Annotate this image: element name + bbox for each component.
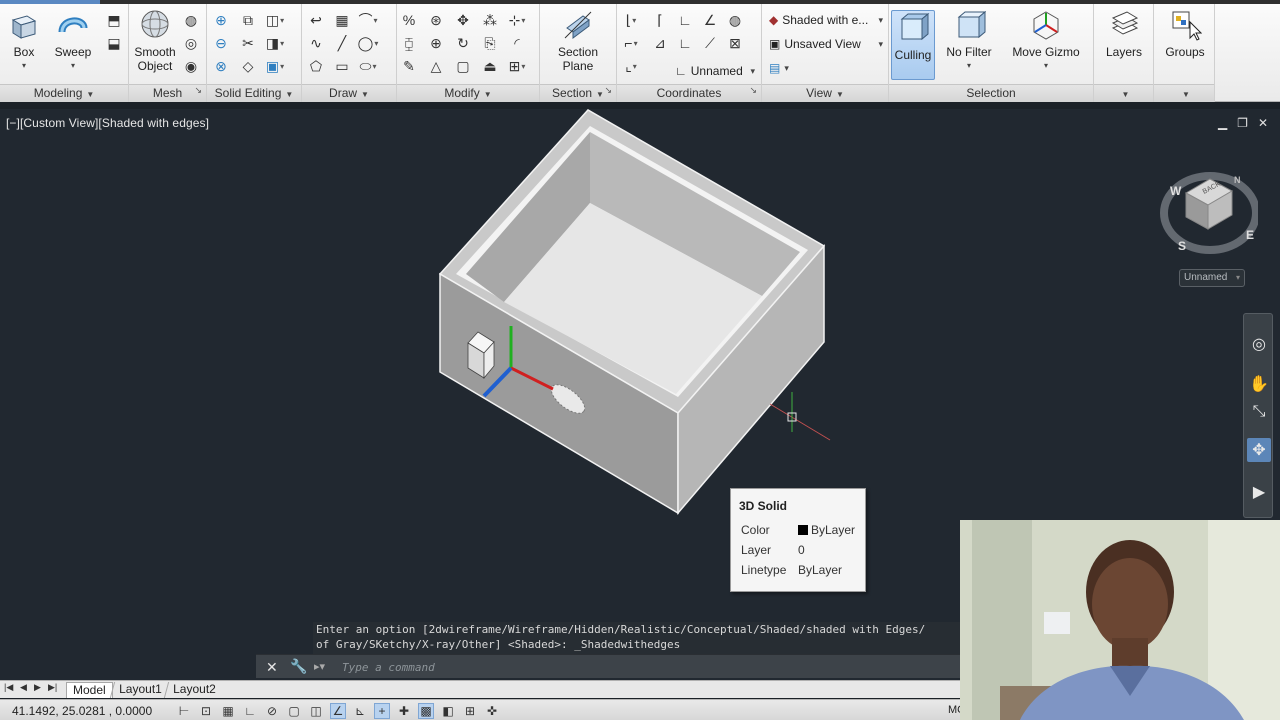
command-input[interactable] [342,658,942,676]
object-snap-icon[interactable]: ▢ [286,703,302,719]
grid-display-icon[interactable]: ▦ [220,703,236,719]
command-line: ✕ 🔧 ▸▾ [256,654,961,678]
first-tab-icon[interactable]: |◀ [4,682,13,693]
next-tab-icon[interactable]: ▶ [34,682,41,693]
compass-n[interactable]: N [1234,175,1241,185]
gizmo-icon[interactable]: ✜ [484,703,500,719]
command-history-line: Enter an option [2dwireframe/Wireframe/H… [316,623,926,636]
tooltip-row-color: Color ByLayer [741,523,855,537]
tab-label: Layout1 [119,682,162,696]
dynamic-ucs-icon[interactable]: ⊾ [352,703,368,719]
last-tab-icon[interactable]: ▶| [48,682,57,693]
snap-mode-icon[interactable]: ⊡ [198,703,214,719]
orbit-icon[interactable]: ✥ [1247,438,1271,462]
viewcube-ucs-menu[interactable]: Unnamed [1179,269,1245,287]
command-history: Enter an option [2dwireframe/Wireframe/H… [313,622,961,654]
wrench-icon[interactable]: 🔧 [290,658,307,675]
3d-box-solid[interactable] [438,109,826,516]
tab-layout1[interactable]: Layout1 [109,682,170,698]
tooltip-key: Linetype [741,563,787,577]
tooltip-row-linetype: Linetype ByLayer [741,563,842,577]
quick-properties-tooltip: 3D Solid Color ByLayer Layer 0 Linetype ByL… [730,488,866,592]
3d-object-snap-icon[interactable]: ◫ [308,703,324,719]
tab-label: Layout2 [173,682,216,696]
dynamic-input-icon[interactable]: + [374,703,390,719]
ortho-mode-icon[interactable]: ∟ [242,703,258,719]
object-snap-tracking-icon[interactable]: ∠ [330,703,346,719]
tooltip-row-layer: Layer 0 [741,543,805,557]
infer-constraints-icon[interactable]: ⊢ [176,703,192,719]
transparency-icon[interactable]: ▩ [418,703,434,719]
compass-s[interactable]: S [1178,239,1186,253]
tooltip-key: Color [741,523,770,537]
viewcube[interactable]: BACK W S E N [1158,165,1258,265]
crosshair-cursor [769,392,831,441]
presenter-video [960,520,1280,720]
tooltip-key: Layer [741,543,772,557]
lineweight-icon[interactable]: ✚ [396,703,412,719]
zoom-extents-icon[interactable]: ⤡ [1247,400,1271,424]
close-icon[interactable]: ✕ [266,659,278,676]
annotation-monitor-icon[interactable]: ⊞ [462,703,478,719]
layout-tabs: |◀ ◀ ▶ ▶| Model Layout1 Layout2 [0,680,960,698]
cursor-coordinates[interactable]: 41.1492, 25.0281 , 0.0000 [12,704,152,718]
compass-w[interactable]: W [1170,184,1182,198]
command-history-line: of Gray/SKetchy/X-ray/Other] <Shaded>: _… [316,638,681,651]
command-prompt-icon[interactable]: ▸▾ [314,660,325,673]
color-swatch [798,525,808,535]
pan-icon[interactable]: ✋ [1247,372,1271,396]
webcam-overlay [960,520,1280,720]
tab-layout2[interactable]: Layout2 [163,682,224,698]
compass-e[interactable]: E [1246,228,1254,242]
tab-model[interactable]: Model [66,682,113,698]
polar-tracking-icon[interactable]: ⊘ [264,703,280,719]
prev-tab-icon[interactable]: ◀ [20,682,27,693]
tooltip-title: 3D Solid [739,499,788,513]
showmotion-icon[interactable]: ▶ [1247,480,1271,504]
tooltip-value: 0 [798,543,805,557]
navigation-bar: ◎ ✋ ⤡ ✥ ▶ [1243,313,1273,518]
selection-cycling-icon[interactable]: ◧ [440,703,456,719]
status-bar: 41.1492, 25.0281 , 0.0000 ⊢ ⊡ ▦ ∟ ⊘ ▢ ◫ … [0,699,966,720]
steering-wheel-icon[interactable]: ◎ [1247,332,1271,356]
tooltip-value: ByLayer [811,523,856,537]
tooltip-value: ByLayer [798,563,843,577]
viewcube-ucs-label: Unnamed [1184,272,1228,283]
